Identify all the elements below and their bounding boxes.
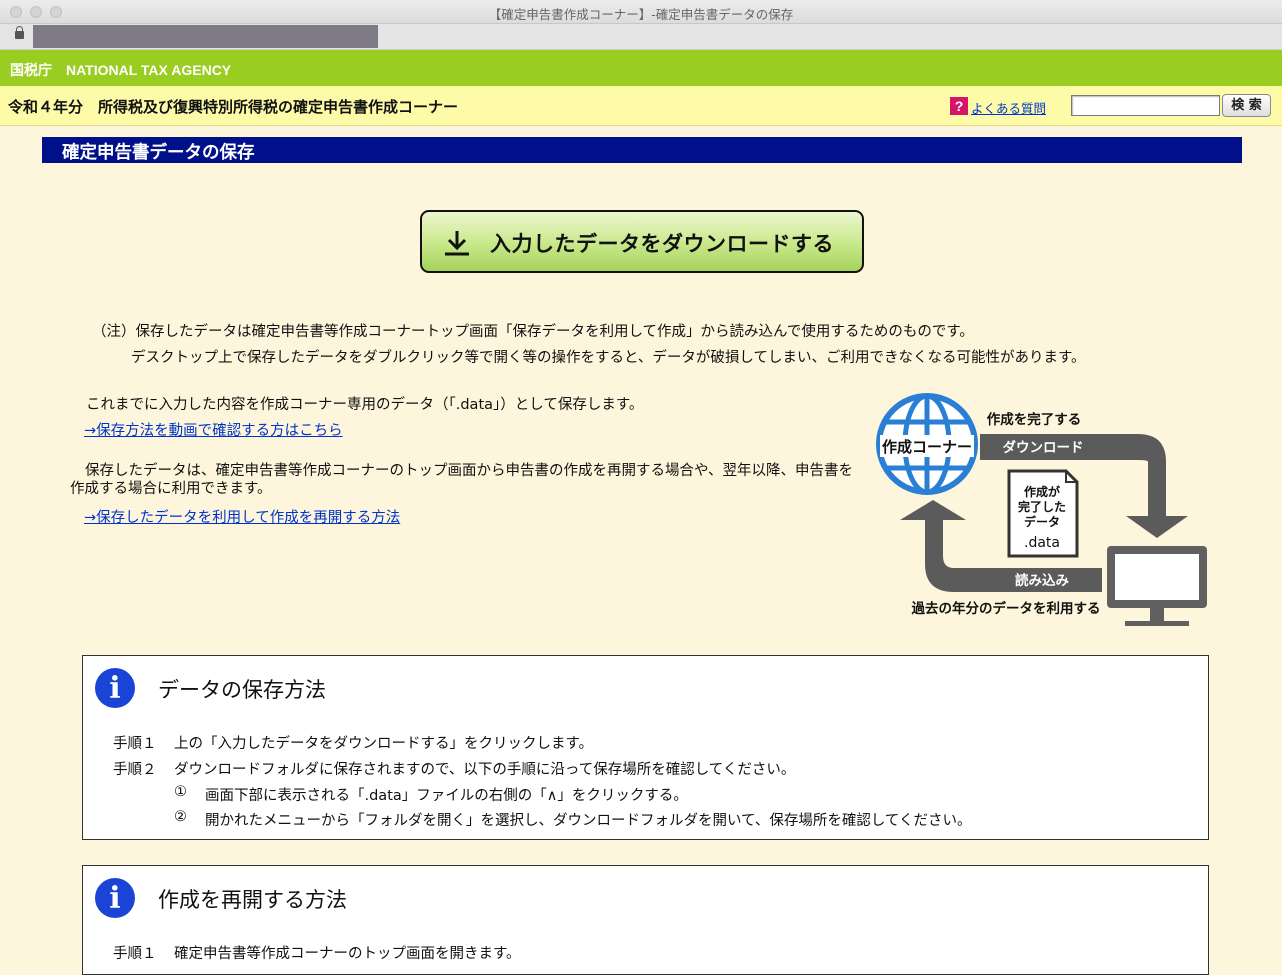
address-bar[interactable] — [0, 24, 1282, 50]
past-years-label: 過去の年分のデータを利用する — [911, 600, 1101, 617]
window-titlebar: 【確定申告書作成コーナー】-確定申告書データの保存 — [0, 0, 1282, 24]
url-field[interactable] — [33, 25, 378, 48]
download-label: ダウンロード — [1003, 439, 1084, 456]
info-icon: i — [95, 878, 135, 918]
step-text: ダウンロードフォルダに保存されますので、以下の手順に沿って保存場所を確認してくだ… — [174, 762, 796, 778]
search-input[interactable] — [1071, 95, 1220, 116]
agency-header: 国税庁 NATIONAL TAX AGENCY — [0, 50, 1282, 86]
step-text: 上の「入力したデータをダウンロードする」をクリックします。 — [174, 736, 594, 752]
file-line-1: 作成が — [1024, 484, 1060, 499]
note-line-2: デスクトップ上で保存したデータをダブルクリック等で開く等の操作をすると、データが… — [131, 350, 1086, 366]
sub-step-mark: ① — [174, 784, 187, 800]
window-title: 【確定申告書作成コーナー】-確定申告書データの保存 — [488, 7, 794, 22]
sub-step-text: 開かれたメニューから「フォルダを開く」を選択し、ダウンロードフォルダを開いて、保… — [205, 813, 972, 829]
complete-label: 作成を完了する — [987, 411, 1082, 428]
agency-name[interactable]: 国税庁 NATIONAL TAX AGENCY — [10, 60, 231, 80]
lock-icon — [15, 26, 24, 39]
save-method-box: i データの保存方法 手順１ 上の「入力したデータをダウンロードする」をクリック… — [82, 655, 1209, 840]
step-text: 確定申告書等作成コーナーのトップ画面を開きます。 — [174, 946, 521, 962]
corner-title: 令和４年分 所得税及び復興特別所得税の確定申告書作成コーナー — [8, 98, 459, 116]
page-title: 確定申告書データの保存 — [62, 143, 255, 163]
file-extension: .data — [1024, 535, 1060, 551]
download-icon — [445, 231, 469, 256]
video-guide-link[interactable]: →保存方法を動画で確認する方はこちら — [84, 419, 343, 440]
globe-label: 作成コーナー — [882, 438, 972, 456]
usage-description: 保存したデータは、確定申告書等作成コーナーのトップ画面から申告書の作成を再開する… — [70, 463, 854, 497]
step-label: 手順１ — [113, 946, 157, 962]
monitor-icon — [1107, 546, 1207, 626]
download-data-button[interactable]: 入力したデータをダウンロードする — [420, 210, 864, 273]
file-line-2: 完了した — [1018, 499, 1066, 514]
file-line-3: データ — [1024, 514, 1060, 529]
resume-method-box: i 作成を再開する方法 手順１ 確定申告書等作成コーナーのトップ画面を開きます。 — [82, 865, 1209, 975]
sub-step-text: 画面下部に表示される「.data」ファイルの右側の「∧」をクリックする。 — [205, 788, 688, 804]
faq-link[interactable]: よくある質問 — [971, 98, 1046, 117]
download-button-label: 入力したデータをダウンロードする — [490, 232, 834, 256]
save-load-diagram: ダウンロード 作成を完了する 読み込み 過去の年分のデータを利用する 作成コーナ… — [876, 393, 1207, 626]
info-icon: i — [95, 668, 135, 708]
save-method-title: データの保存方法 — [158, 678, 326, 702]
step-label: 手順２ — [113, 762, 157, 778]
resume-method-link[interactable]: →保存したデータを利用して作成を再開する方法 — [84, 506, 400, 527]
save-description: これまでに入力した内容を作成コーナー専用のデータ（「.data」）として保存しま… — [86, 397, 644, 413]
note-line-1: （注）保存したデータは確定申告書等作成コーナートップ画面「保存データを利用して作… — [92, 324, 974, 340]
page-title-bar: 確定申告書データの保存 — [42, 137, 1242, 163]
sub-step-mark: ② — [174, 809, 187, 825]
resume-method-title: 作成を再開する方法 — [158, 888, 347, 912]
question-icon[interactable]: ? — [950, 97, 968, 115]
step-label: 手順１ — [113, 736, 157, 752]
search-button[interactable]: 検 索 — [1222, 94, 1271, 117]
load-label: 読み込み — [1015, 572, 1069, 589]
